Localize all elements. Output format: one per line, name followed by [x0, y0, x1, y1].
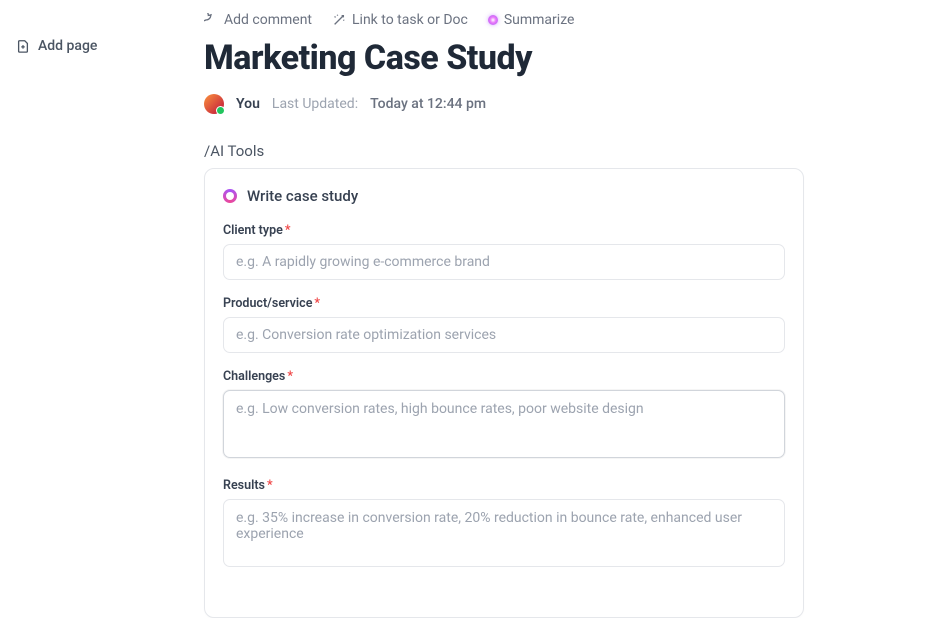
ai-tools-trigger[interactable]: /AI Tools — [204, 142, 928, 160]
page-title: Marketing Case Study — [204, 38, 928, 78]
results-label: Results* — [223, 478, 785, 493]
results-input[interactable] — [223, 499, 785, 567]
ai-icon — [223, 189, 237, 203]
wand-icon — [332, 13, 346, 27]
comment-icon — [204, 13, 218, 27]
summarize-button[interactable]: Summarize — [488, 12, 575, 28]
challenges-label: Challenges* — [223, 369, 785, 384]
spark-icon — [488, 15, 498, 25]
add-page-label: Add page — [38, 38, 97, 54]
client-type-input[interactable] — [223, 244, 785, 280]
add-comment-button[interactable]: Add comment — [204, 12, 312, 28]
add-comment-label: Add comment — [224, 12, 312, 28]
panel-title: Write case study — [247, 187, 358, 205]
product-service-label: Product/service* — [223, 296, 785, 311]
add-page-icon — [16, 39, 30, 53]
panel-header: Write case study — [223, 187, 785, 205]
challenges-input[interactable] — [223, 390, 785, 458]
avatar[interactable] — [204, 94, 224, 114]
link-task-button[interactable]: Link to task or Doc — [332, 12, 468, 28]
toolbar: Add comment Link to task or Doc Summariz… — [204, 12, 928, 28]
ai-panel: Write case study Client type* Product/se… — [204, 168, 804, 618]
author-name: You — [236, 96, 260, 112]
product-service-input[interactable] — [223, 317, 785, 353]
client-type-label: Client type* — [223, 223, 785, 238]
meta-row: You Last Updated: Today at 12:44 pm — [204, 94, 928, 114]
updated-value: Today at 12:44 pm — [370, 96, 486, 112]
summarize-label: Summarize — [504, 12, 575, 28]
link-task-label: Link to task or Doc — [352, 12, 468, 28]
updated-label: Last Updated: — [272, 96, 358, 112]
add-page-button[interactable]: Add page — [16, 38, 164, 54]
